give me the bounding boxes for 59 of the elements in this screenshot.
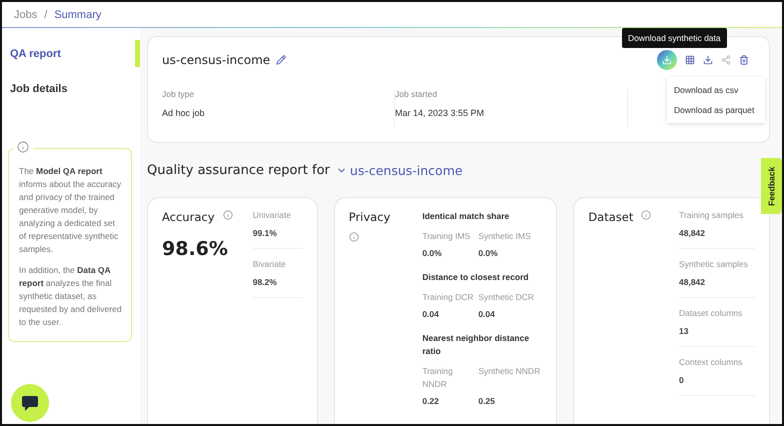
metric-value: 48,842 [679, 228, 706, 238]
card-title: Privacy [348, 210, 392, 224]
feedback-tab[interactable]: Feedback [761, 158, 782, 214]
dataset-selector[interactable]: us-census-income [336, 162, 463, 178]
table-icon[interactable] [685, 55, 695, 65]
metric-label: Training DCR [422, 291, 474, 304]
metric-label: Training samples [679, 210, 744, 220]
info-icon [222, 210, 233, 220]
metric-value: 0.0% [422, 248, 443, 258]
group-title: Identical match share [422, 210, 510, 223]
metric-label: Bivariate [252, 259, 287, 269]
download-icon [662, 55, 672, 65]
chat-button[interactable] [11, 384, 49, 422]
metric-label: Dataset columns [679, 308, 744, 318]
metric-label: Synthetic samples [679, 259, 749, 269]
trash-icon[interactable] [739, 55, 749, 65]
metric-label: Univariate [252, 210, 292, 220]
tooltip: Download synthetic data [622, 28, 727, 48]
field-value: Mar 14, 2023 3:55 PM [395, 108, 486, 118]
metric-label: Synthetic IMS [478, 230, 532, 243]
breadcrumb-link[interactable]: Jobs [14, 8, 38, 20]
group-title: Distance to closest record [422, 271, 530, 284]
metric-label: Synthetic DCR [478, 291, 536, 304]
field-label: Job started [395, 89, 438, 99]
field-value: Ad hoc job [162, 108, 206, 118]
info-icon [348, 232, 359, 242]
download-icon[interactable] [703, 55, 713, 65]
card-title: Dataset [588, 210, 634, 224]
field-label: Job type [162, 89, 196, 99]
menu-item[interactable]: Download as parquet [667, 100, 765, 120]
metric-value: 0.0% [478, 248, 499, 258]
job-title: us-census-income [162, 53, 270, 67]
metric-value: 13 [679, 326, 690, 336]
info-paragraph: In addition, the Data QA report analyzes the final synthetic dataset, as requested by and delivered to the user. [19, 264, 123, 329]
breadcrumb-separator: / [44, 8, 48, 20]
accuracy-value: 98.6% [162, 238, 229, 260]
metric-label: Training NNDR [422, 365, 454, 391]
group-title: Nearest neighbor distance ratio [422, 332, 530, 358]
info-icon [641, 210, 652, 220]
metric-value: 99.1% [252, 228, 278, 238]
metric-value: 0 [679, 375, 685, 385]
metric-label: Context columns [679, 357, 744, 367]
card-title: Accuracy [162, 210, 215, 224]
metric-value: 0.04 [422, 309, 440, 319]
menu-item[interactable]: Download as csv [667, 80, 765, 100]
metric-value: 0.04 [478, 309, 496, 319]
metric-value: 0.25 [478, 396, 496, 406]
download-button[interactable] [657, 50, 677, 70]
metric-value: 0.22 [422, 396, 440, 406]
breadcrumb-link[interactable]: Summary [54, 8, 102, 20]
chat-icon [20, 393, 40, 413]
metric-value: 48,842 [679, 277, 706, 287]
edit-icon[interactable] [276, 55, 286, 65]
metric-label: Training IMS [422, 230, 472, 243]
sidebar-item[interactable]: Job details [2, 75, 140, 102]
metric-value: 98.2% [252, 277, 278, 287]
metric-label: Synthetic NNDR [478, 365, 540, 378]
report-heading: Quality assurance report for [147, 162, 330, 178]
info-paragraph: The Model QA report informs about the accuracy and privacy of the trained generative model, by analyzing a dedicated set of representative synthetic samples. [19, 165, 122, 256]
